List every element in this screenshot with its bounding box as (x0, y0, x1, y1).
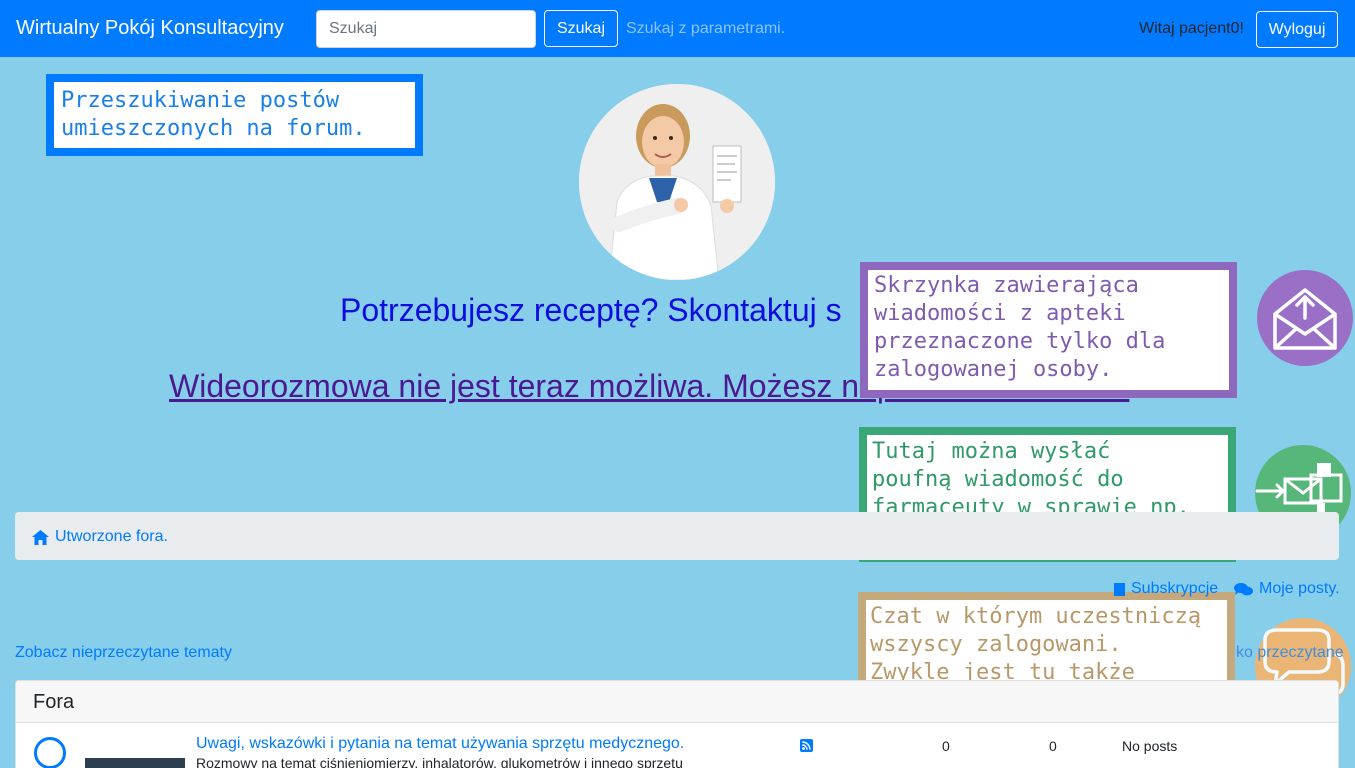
breadcrumb-home[interactable]: Utworzone fora. (32, 528, 168, 546)
my-posts-link[interactable]: Moje posty. (1234, 580, 1340, 598)
forum-posts-count: 0 (1049, 738, 1057, 754)
navbar: Wirtualny Pokój Konsultacyjny Szukaj Szu… (0, 0, 1355, 57)
search-input[interactable] (316, 10, 536, 48)
forum-topics-count: 0 (942, 738, 950, 754)
mark-read-link[interactable]: ko przeczytane (1236, 644, 1344, 662)
rss-icon[interactable] (800, 739, 813, 752)
user-greeting: Witaj pacjent0! (1139, 20, 1244, 37)
home-icon (32, 529, 49, 545)
my-posts-label: Moje posty. (1259, 580, 1340, 597)
forum-thumbnail (85, 758, 185, 768)
forum-last-post: No posts (1122, 738, 1178, 754)
forum-status-icon (34, 737, 66, 768)
breadcrumb-home-label: Utworzone fora. (55, 528, 168, 545)
inbox-button[interactable] (1257, 270, 1353, 366)
search-tooltip: Przeszukiwanie postów umieszczonych na f… (46, 74, 423, 156)
forums-card-header (16, 681, 1338, 723)
subscriptions-label: Subskrypcje (1131, 580, 1219, 597)
hero-title: Potrzebujesz receptę? Skontaktuj s (340, 292, 842, 328)
advanced-search-link[interactable]: Szukaj z parametrami. (626, 20, 785, 38)
subscriptions-link[interactable]: Subskrypcje (1114, 580, 1218, 598)
breadcrumb: Utworzone fora. (15, 512, 1339, 560)
forum-description: Rozmowy na temat ciśnieniomierzy, inhala… (196, 755, 683, 768)
logout-button[interactable]: Wyloguj (1256, 11, 1338, 48)
forums-card-title: Fora (33, 691, 75, 713)
pharmacist-illustration (579, 84, 775, 280)
envelope-upload-icon (1273, 288, 1337, 350)
inbox-tooltip: Skrzynka zawierająca wiadomości z apteki… (860, 262, 1237, 398)
brand-link[interactable]: Wirtualny Pokój Konsultacyjny (16, 17, 284, 40)
search-button[interactable]: Szukaj (544, 10, 618, 47)
pharmacist-avatar (579, 84, 775, 280)
bookmark-icon (1114, 582, 1125, 596)
comments-icon (1234, 582, 1253, 595)
forums-card: Fora Uwagi, wskazówki i pytania na temat… (15, 680, 1339, 768)
forum-title-link[interactable]: Uwagi, wskazówki i pytania na temat używ… (196, 735, 684, 753)
unread-topics-link[interactable]: Zobacz nieprzeczytane tematy (15, 644, 232, 662)
